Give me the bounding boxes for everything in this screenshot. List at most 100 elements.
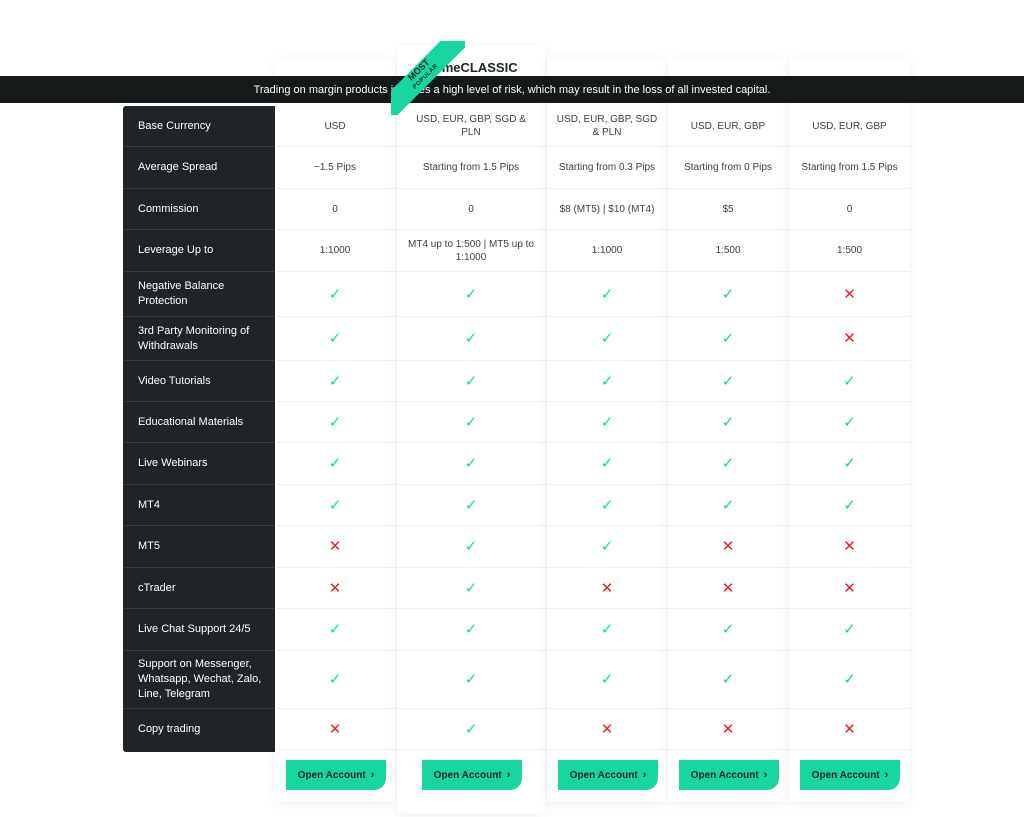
feature-label: Copy trading bbox=[138, 723, 201, 735]
feature-cell: ✓ bbox=[547, 485, 667, 526]
feature-cell: ✓ bbox=[547, 402, 667, 443]
check-icon: ✓ bbox=[328, 330, 342, 347]
check-icon: ✓ bbox=[464, 413, 478, 431]
most-popular-ribbon: MOST POPULAR bbox=[391, 41, 465, 115]
check-icon: ✓ bbox=[464, 579, 478, 597]
check-icon: ✓ bbox=[600, 330, 614, 347]
check-icon: ✓ bbox=[721, 330, 735, 347]
check-icon: ✓ bbox=[600, 538, 614, 555]
feature-cell: ✓ bbox=[668, 272, 788, 317]
check-icon: ✓ bbox=[721, 285, 735, 303]
feature-cell: ✓ bbox=[275, 651, 395, 709]
feature-cell: ✓ bbox=[789, 485, 910, 526]
feature-cell: ✓ bbox=[275, 317, 395, 361]
feature-cell: ✓ bbox=[397, 485, 545, 526]
check-icon: ✓ bbox=[464, 372, 478, 390]
cross-icon: ✕ bbox=[721, 720, 735, 738]
check-icon: ✓ bbox=[721, 496, 735, 514]
account-column-3: USD, EUR, GBP Starting from 0 Pips $5 1:500… bbox=[668, 58, 788, 801]
feature-cell: ✓ bbox=[397, 361, 545, 402]
check-icon: ✓ bbox=[600, 372, 614, 390]
cross-icon: ✕ bbox=[721, 538, 735, 555]
feature-cell: ✓ bbox=[397, 443, 545, 485]
button-label: Open Account bbox=[433, 769, 502, 781]
check-icon: ✓ bbox=[600, 671, 614, 688]
button-label: Open Account bbox=[297, 769, 366, 781]
cross-icon: ✕ bbox=[600, 579, 614, 597]
check-icon: ✓ bbox=[843, 496, 856, 514]
feature-cell: ✓ bbox=[275, 485, 395, 526]
feature-label: 3rd Party Monitoring of Withdrawals bbox=[123, 317, 275, 361]
cross-icon: ✕ bbox=[600, 720, 614, 738]
open-account-button[interactable]: Open Account › bbox=[679, 760, 779, 790]
feature-cell: ✓ bbox=[397, 402, 545, 443]
check-icon: ✓ bbox=[464, 496, 478, 514]
check-icon: ✓ bbox=[600, 455, 614, 472]
check-icon: ✓ bbox=[843, 372, 856, 390]
check-icon: ✓ bbox=[464, 330, 478, 347]
feature-value: MT4 up to 1:500 | MT5 up to 1:1000 bbox=[397, 230, 545, 272]
cross-icon: ✕ bbox=[843, 538, 856, 555]
cross-icon: ✕ bbox=[843, 285, 856, 303]
feature-value: 0 bbox=[397, 189, 545, 230]
feature-cell: ✓ bbox=[547, 443, 667, 485]
feature-label: Live Chat Support 24/5 bbox=[123, 609, 275, 651]
feature-cell: ✕ bbox=[668, 526, 788, 568]
feature-cell: ✓ bbox=[275, 443, 395, 485]
feature-cell: ✓ bbox=[547, 651, 667, 709]
feature-cell: ✓ bbox=[547, 361, 667, 402]
feature-label: Negative Balance Protection bbox=[123, 272, 275, 317]
cross-icon: ✕ bbox=[843, 720, 856, 738]
feature-label: Base Currency bbox=[123, 106, 275, 147]
feature-cell: ✓ bbox=[547, 272, 667, 317]
feature-cell: ✓ bbox=[397, 272, 545, 317]
feature-value: ~1.5 Pips bbox=[275, 147, 395, 189]
feature-cell: ✓ bbox=[397, 609, 545, 651]
open-account-button[interactable]: Open Account › bbox=[422, 760, 522, 790]
check-icon: ✓ bbox=[328, 621, 342, 638]
feature-cell: ✓ bbox=[275, 402, 395, 443]
check-icon: ✓ bbox=[721, 455, 735, 472]
open-account-button[interactable]: Open Account › bbox=[286, 760, 386, 790]
feature-value: Starting from 1.5 Pips bbox=[789, 147, 910, 189]
feature-cell: ✕ bbox=[668, 568, 788, 609]
check-icon: ✓ bbox=[464, 455, 478, 472]
check-icon: ✓ bbox=[600, 621, 614, 638]
check-icon: ✓ bbox=[843, 455, 856, 472]
cross-icon: ✕ bbox=[328, 720, 342, 738]
button-label: Open Account bbox=[811, 769, 880, 781]
cross-icon: ✕ bbox=[843, 579, 856, 597]
feature-labels-panel: Base Currency Average Spread Commission Lev… bbox=[123, 106, 275, 752]
check-icon: ✓ bbox=[843, 621, 856, 638]
feature-value: Starting from 0.3 Pips bbox=[547, 147, 667, 189]
open-account-button[interactable]: Open Account › bbox=[800, 760, 900, 790]
check-icon: ✓ bbox=[721, 372, 735, 390]
feature-value: USD bbox=[275, 106, 395, 147]
button-label: Open Account bbox=[569, 769, 638, 781]
feature-value: USD, EUR, GBP bbox=[668, 106, 788, 147]
check-icon: ✓ bbox=[721, 671, 735, 688]
feature-cell: ✓ bbox=[275, 609, 395, 651]
feature-label: Support on Messenger, Whatsapp, Wechat, … bbox=[123, 651, 275, 709]
feature-cell: ✕ bbox=[275, 526, 395, 568]
chevron-right-icon: › bbox=[370, 769, 375, 781]
feature-label: Educational Materials bbox=[123, 402, 275, 443]
feature-cell: ✕ bbox=[789, 709, 910, 750]
feature-value: 1:1000 bbox=[547, 230, 667, 272]
check-icon: ✓ bbox=[600, 413, 614, 431]
feature-cell: ✓ bbox=[789, 361, 910, 402]
feature-label: Commission bbox=[123, 189, 275, 230]
open-account-button[interactable]: Open Account › bbox=[558, 760, 658, 790]
feature-cell: ✓ bbox=[789, 443, 910, 485]
check-icon: ✓ bbox=[464, 285, 478, 303]
cross-icon: ✕ bbox=[843, 330, 856, 347]
feature-cell: ✕ bbox=[275, 709, 395, 750]
feature-cell: ✕ bbox=[668, 709, 788, 750]
check-icon: ✓ bbox=[600, 496, 614, 514]
check-icon: ✓ bbox=[328, 372, 342, 390]
feature-label: Average Spread bbox=[123, 147, 275, 189]
feature-cell: ✓ bbox=[397, 709, 545, 750]
feature-value: 0 bbox=[275, 189, 395, 230]
chevron-right-icon: › bbox=[642, 769, 647, 781]
feature-cell: ✓ bbox=[789, 402, 910, 443]
